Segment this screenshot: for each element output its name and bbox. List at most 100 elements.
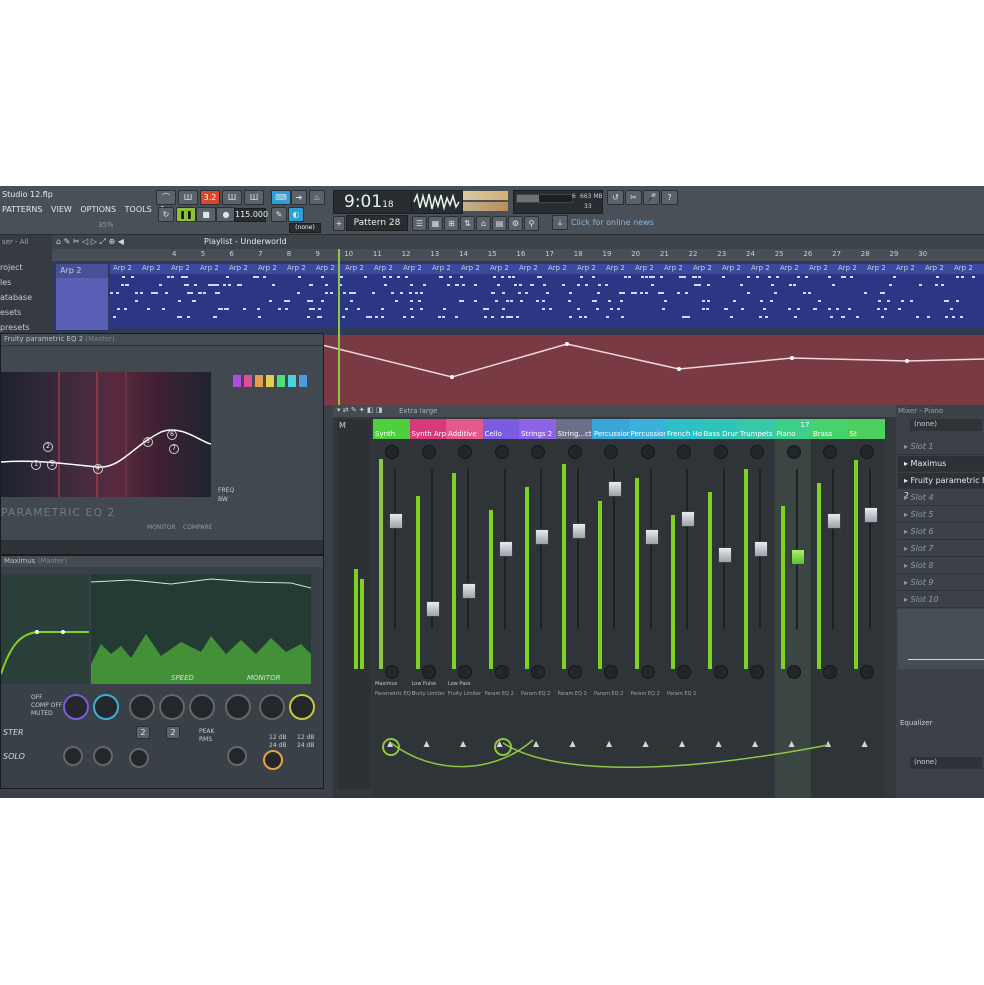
playhead[interactable] [338, 249, 340, 405]
mixer-track-name[interactable]: St [847, 419, 885, 439]
loop-button[interactable]: Ш [244, 190, 264, 205]
undo-icon[interactable]: ↺ [607, 190, 624, 205]
pencil-icon[interactable]: ✎ [271, 207, 287, 222]
bar-number[interactable]: 17 [545, 250, 554, 258]
knee-knob[interactable] [189, 694, 215, 720]
browser-icon[interactable]: ▤ [492, 216, 507, 231]
typing-keyboard-button[interactable]: ⌨ [271, 190, 291, 205]
stereo-knob[interactable] [604, 665, 618, 679]
mixer-track-name[interactable]: Synth [373, 419, 410, 439]
menu-view[interactable]: VIEW [51, 205, 72, 214]
saturation-knob[interactable] [93, 694, 119, 720]
mixer-track-name[interactable]: String...ction [555, 419, 593, 439]
mixer-track-name[interactable]: Bass Drum [701, 419, 739, 439]
pan-knob[interactable] [421, 445, 436, 459]
stereo-knob[interactable] [567, 665, 582, 679]
maximus-comp-off[interactable]: COMP OFF [31, 702, 62, 709]
mixer-track-name[interactable]: Brass [811, 419, 848, 439]
step-indicator[interactable]: 3.2 [200, 190, 220, 205]
ceil-knob[interactable] [225, 694, 251, 720]
eq-graph[interactable] [0, 372, 212, 497]
attack-value[interactable]: 2 [136, 726, 150, 739]
attack-knob[interactable] [129, 694, 155, 720]
mixer-track-name[interactable]: Cello [482, 419, 520, 439]
track-header[interactable]: Arp 2 [56, 264, 108, 278]
bar-number[interactable]: 7 [258, 250, 262, 258]
pan-knob[interactable] [677, 445, 691, 459]
bar-number[interactable]: 26 [803, 250, 812, 258]
mixer-output-select[interactable]: (none) [910, 757, 982, 769]
online-news-link[interactable]: Click for online news [571, 218, 654, 227]
release-value[interactable]: 2 [166, 726, 180, 739]
fx-slot[interactable]: ▸ Slot 9 [898, 575, 984, 591]
pan-knob[interactable] [750, 445, 764, 459]
fx-slot[interactable]: ▸ Slot 1 [898, 439, 984, 455]
output-knob[interactable] [263, 750, 283, 770]
fx-slot[interactable]: ▸ Maximus [898, 456, 984, 472]
menu-tools[interactable]: TOOLS [125, 205, 152, 214]
maximus-curve-panel[interactable] [0, 574, 89, 684]
bar-number[interactable]: 6 [229, 250, 233, 258]
bar-number[interactable]: 13 [430, 250, 439, 258]
bar-number[interactable]: 22 [689, 250, 698, 258]
bar-number[interactable]: 11 [373, 250, 382, 258]
volume-fader[interactable] [790, 549, 805, 565]
tempo-display[interactable]: 115.000 [234, 208, 268, 222]
pattern-selector[interactable]: Pattern 28 [346, 215, 408, 231]
eq-band-controls[interactable]: FREQ BW [218, 372, 317, 532]
bar-number[interactable]: 23 [717, 250, 726, 258]
pan-knob[interactable] [494, 445, 509, 459]
mixer-view-mode[interactable]: Extra large [399, 407, 437, 415]
browser-item-files[interactable]: les [0, 278, 11, 287]
volume-fader[interactable] [681, 511, 695, 527]
play-button[interactable]: ❚❚ [176, 207, 196, 222]
blend-button[interactable]: Ш [222, 190, 242, 205]
snap-select[interactable]: (none) [289, 223, 321, 233]
volume-fader[interactable] [425, 601, 440, 617]
volume-fader[interactable] [644, 529, 659, 545]
countdown-button[interactable]: ◐ [288, 207, 304, 222]
eq-band-4-handle[interactable]: 4 [93, 464, 103, 474]
tuner-icon[interactable]: ⚲ [524, 216, 539, 231]
volume-fader[interactable] [389, 513, 403, 529]
cut-icon[interactable]: ✂ [625, 190, 642, 205]
eq-band-5-handle[interactable]: 5 [143, 437, 153, 447]
bar-number[interactable]: 12 [402, 250, 411, 258]
hold-knob[interactable] [129, 748, 149, 768]
fx-slot[interactable]: ▸ Slot 8 [898, 558, 984, 574]
wait-button[interactable]: Ш [178, 190, 198, 205]
mixer-track-name[interactable]: Synth Arp [409, 419, 447, 439]
recording-filter-button[interactable]: ♨ [309, 190, 325, 205]
volume-fader[interactable] [827, 513, 841, 529]
help-icon[interactable]: ? [661, 190, 678, 205]
mixer-track-name[interactable]: Percussion 2 [628, 419, 666, 439]
download-icon[interactable]: ⤓ [552, 215, 568, 230]
volume-fader[interactable] [608, 481, 622, 497]
stereo-knob[interactable] [713, 665, 728, 679]
stereo-knob[interactable] [859, 665, 874, 679]
volume-fader[interactable] [535, 529, 549, 545]
microphone-icon[interactable]: 🎤 [643, 190, 660, 205]
project-icon[interactable]: ⚙ [508, 216, 523, 231]
pan-knob[interactable] [567, 445, 582, 459]
release-knob[interactable] [159, 694, 185, 720]
threshold-knob[interactable] [63, 746, 83, 766]
bar-number[interactable]: 4 [172, 250, 176, 258]
volume-fader[interactable] [717, 547, 732, 563]
pan-knob[interactable] [713, 445, 728, 459]
bar-number[interactable]: 5 [201, 250, 205, 258]
fx-slot[interactable]: ▸ Slot 6 [898, 524, 984, 540]
pan-knob[interactable] [859, 445, 874, 459]
eq-band-3-handle[interactable]: 3 [47, 460, 57, 470]
mixer-strip[interactable]: St ▲ [847, 419, 885, 798]
playlist-icon[interactable]: ☰ [412, 216, 427, 231]
channel-rack-icon[interactable]: ⊞ [444, 216, 459, 231]
fx-slot[interactable]: ▸ Fruity parametric EQ 2 [898, 473, 984, 500]
eq-band-2-handle[interactable]: 2 [43, 442, 53, 452]
browser-item-project[interactable]: roject [0, 263, 23, 272]
mixer-track-name[interactable]: Trumpets [738, 419, 775, 439]
eq-titlebar[interactable]: Fruity parametric EQ 2 (Master) [1, 334, 323, 345]
volume-fader[interactable] [863, 507, 878, 523]
stereo-knob[interactable] [494, 665, 509, 679]
maximus-speed-label[interactable]: SPEED [171, 674, 194, 682]
